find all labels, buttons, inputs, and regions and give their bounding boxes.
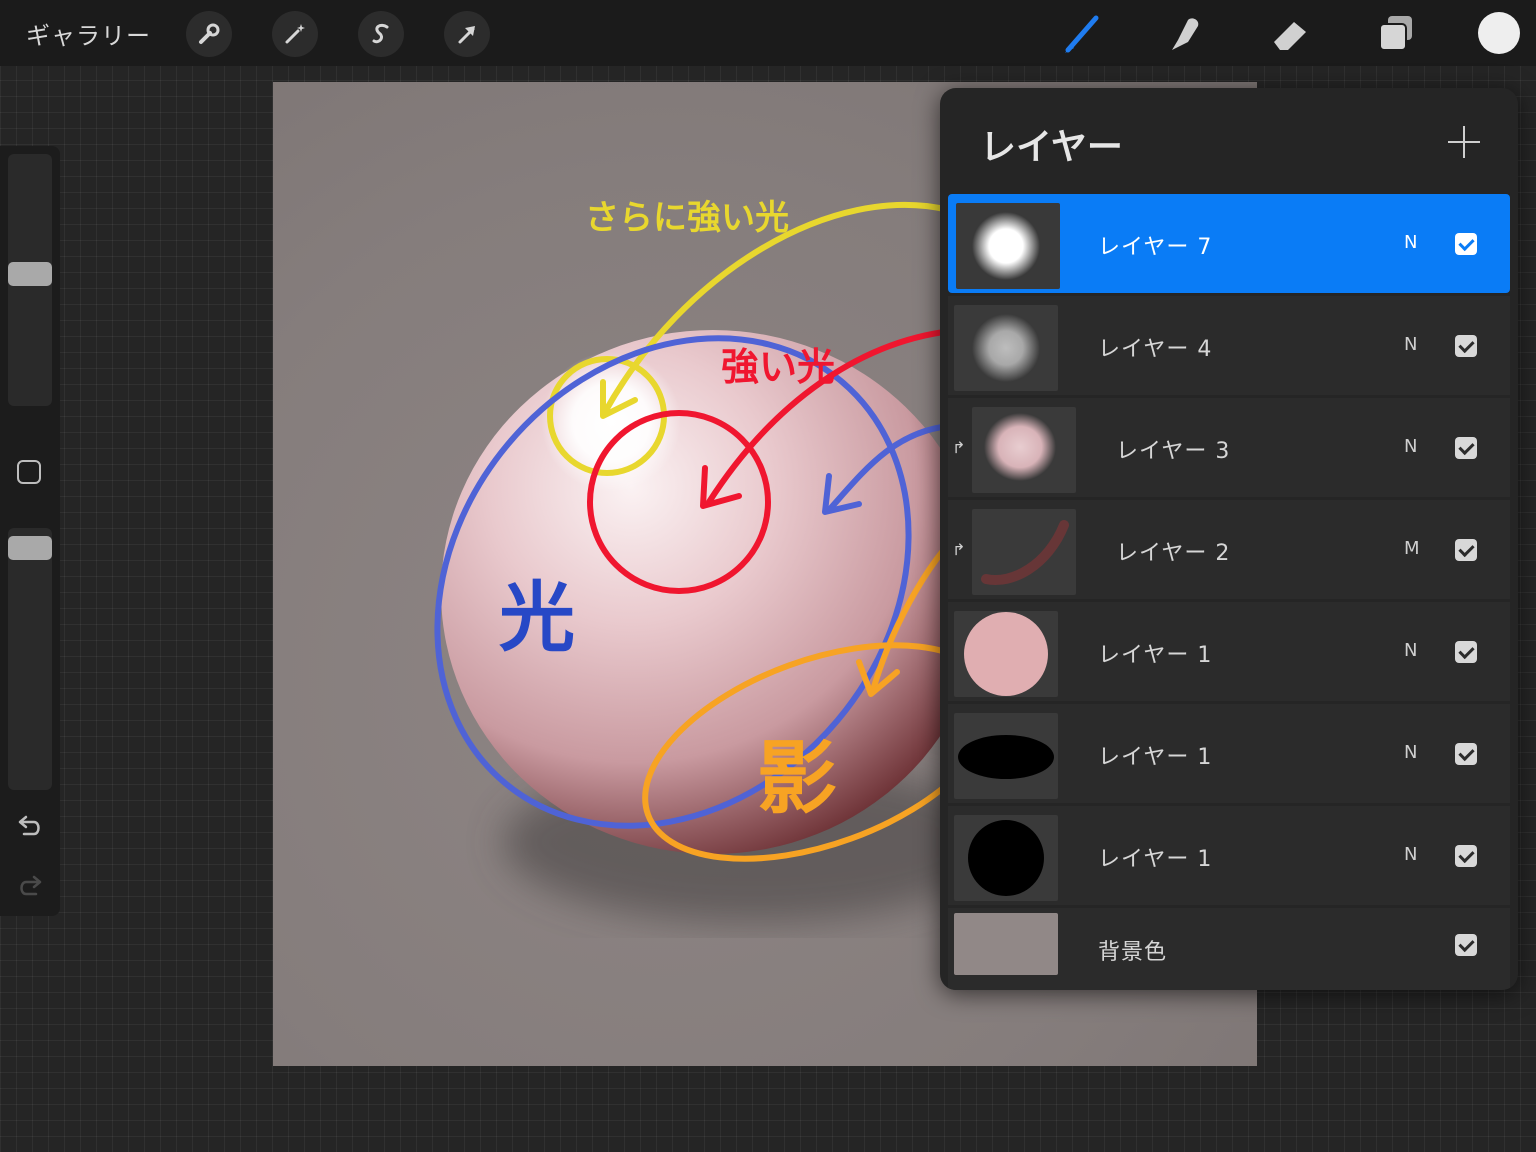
blend-mode-button[interactable]: N <box>1404 436 1417 457</box>
layer-thumbnail <box>954 713 1058 799</box>
blend-mode-button[interactable]: N <box>1404 334 1417 355</box>
blend-mode-button[interactable]: N <box>1404 844 1417 865</box>
layer-name: レイヤー 7 <box>1098 235 1213 260</box>
light-label: 光 <box>499 573 575 662</box>
add-layer-button[interactable] <box>1446 124 1482 160</box>
strong-light-label: 強い光 <box>721 345 836 389</box>
layer-name: レイヤー 3 <box>1116 439 1231 464</box>
layer-name: レイヤー 2 <box>1116 541 1231 566</box>
layer-thumbnail <box>956 203 1060 289</box>
redo-icon[interactable] <box>16 874 44 898</box>
undo-icon[interactable] <box>16 814 44 838</box>
blend-mode-button[interactable]: N <box>1404 232 1417 253</box>
layers-panel: レイヤー レイヤー 7 N レイヤー 4 N ↱ レイヤー 3 N ↱ レイヤー <box>940 88 1518 990</box>
modify-button[interactable] <box>17 460 41 484</box>
visibility-checkbox[interactable] <box>1455 539 1477 561</box>
layer-row[interactable]: レイヤー 1 N <box>948 806 1510 905</box>
color-picker-button[interactable] <box>1478 12 1520 54</box>
background-color-row[interactable]: 背景色 <box>948 908 1510 990</box>
layer-thumbnail <box>972 509 1076 595</box>
left-sidebar <box>0 146 60 916</box>
blend-mode-button[interactable]: N <box>1404 742 1417 763</box>
visibility-checkbox[interactable] <box>1455 845 1477 867</box>
visibility-checkbox[interactable] <box>1455 335 1477 357</box>
layers-tool[interactable] <box>1374 12 1418 56</box>
wrench-icon <box>199 23 220 44</box>
layer-thumbnail <box>954 815 1058 901</box>
smudge-icon <box>1172 18 1199 50</box>
layer-row[interactable]: ↱ レイヤー 2 M <box>948 500 1510 599</box>
visibility-checkbox[interactable] <box>1455 934 1477 956</box>
blend-mode-button[interactable]: N <box>1404 640 1417 661</box>
layer-row[interactable]: レイヤー 4 N <box>948 296 1510 395</box>
clipping-mask-icon: ↱ <box>952 438 966 457</box>
clipping-mask-icon: ↱ <box>952 540 966 559</box>
smudge-tool[interactable] <box>1162 12 1206 56</box>
visibility-checkbox[interactable] <box>1455 641 1477 663</box>
magic-wand-icon <box>285 24 305 44</box>
selection-s-icon <box>372 23 389 44</box>
layer-name: レイヤー 1 <box>1098 847 1213 872</box>
opacity-slider[interactable] <box>8 528 52 790</box>
transform-button[interactable] <box>444 11 490 57</box>
panel-title: レイヤー <box>980 127 1123 168</box>
layer-row[interactable]: レイヤー 7 N <box>948 194 1510 293</box>
selection-button[interactable] <box>358 11 404 57</box>
layer-row[interactable]: レイヤー 1 N <box>948 602 1510 701</box>
layer-thumbnail <box>954 611 1058 697</box>
background-color-swatch[interactable] <box>954 913 1058 975</box>
brush-size-slider-thumb[interactable] <box>8 262 52 286</box>
layer-thumbnail <box>954 305 1058 391</box>
layer-thumbnail <box>972 407 1076 493</box>
visibility-checkbox[interactable] <box>1455 437 1477 459</box>
visibility-checkbox[interactable] <box>1455 743 1477 765</box>
transform-arrow-icon <box>458 26 475 44</box>
layer-name: レイヤー 1 <box>1098 745 1213 770</box>
stronger-light-label: さらに強い光 <box>585 198 789 238</box>
layer-row[interactable]: ↱ レイヤー 3 N <box>948 398 1510 497</box>
shadow-label: 影 <box>757 732 837 825</box>
blend-mode-button[interactable]: M <box>1404 538 1420 559</box>
visibility-checkbox[interactable] <box>1455 233 1477 255</box>
layers-icon <box>1379 16 1412 51</box>
brush-tool[interactable] <box>1060 12 1104 56</box>
layer-name: レイヤー 1 <box>1098 643 1213 668</box>
brush-icon <box>1065 15 1099 53</box>
layer-name: レイヤー 4 <box>1098 337 1213 362</box>
layer-row[interactable]: レイヤー 1 N <box>948 704 1510 803</box>
gallery-button[interactable]: ギャラリー <box>26 16 151 51</box>
layer-name: 背景色 <box>1098 940 1168 965</box>
eraser-tool[interactable] <box>1268 12 1312 56</box>
top-toolbar: ギャラリー <box>0 0 1536 66</box>
actions-button[interactable] <box>186 11 232 57</box>
opacity-slider-thumb[interactable] <box>8 536 52 560</box>
adjustments-button[interactable] <box>272 11 318 57</box>
eraser-icon <box>1274 22 1306 50</box>
